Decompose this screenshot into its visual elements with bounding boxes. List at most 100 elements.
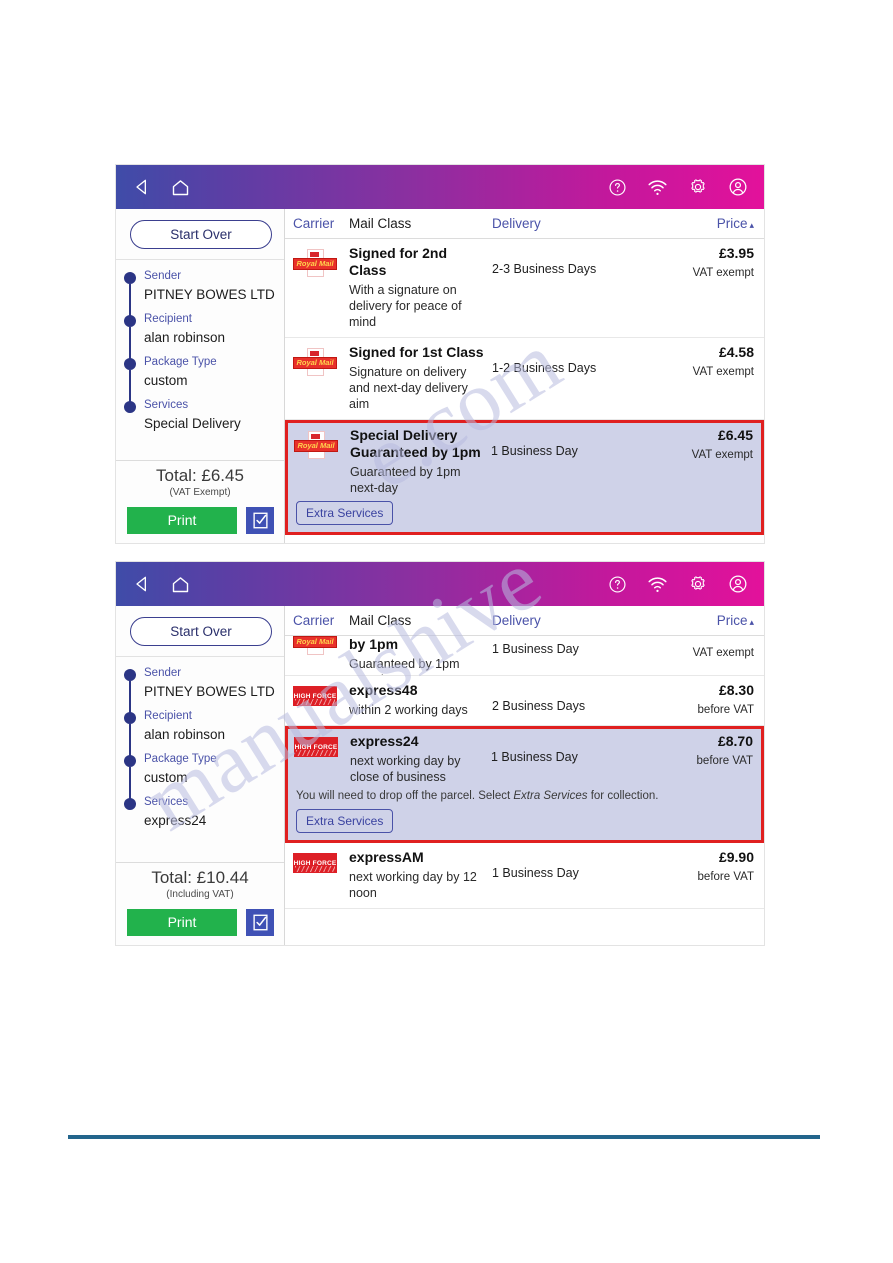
royal-mail-logo: Royal Mail <box>293 636 337 657</box>
table-row-partial[interactable]: Royal Mail by 1pm Guaranteed by 1pm next… <box>285 636 764 676</box>
column-header-price-label: Price <box>716 613 748 628</box>
column-header-carrier[interactable]: Carrier <box>293 216 349 231</box>
sidebar-step-package-type[interactable]: Package Type custom <box>116 356 284 404</box>
table-row[interactable]: Royal Mail Signed for 2nd Class With a s… <box>285 239 764 338</box>
column-header-delivery[interactable]: Delivery <box>492 613 682 628</box>
mail-class-cell: express48 within 2 working days <box>349 682 492 718</box>
delivery-cell: 1 Business Day <box>491 444 578 458</box>
print-button[interactable]: Print <box>127 909 237 936</box>
note-text-italic: Extra Services <box>513 790 588 802</box>
table-row[interactable]: HIGH FORCE express48 within 2 working da… <box>285 676 764 726</box>
total-amount: Total: £6.45 <box>156 466 244 485</box>
start-over-button[interactable]: Start Over <box>130 617 272 646</box>
account-circle-icon[interactable] <box>728 574 748 594</box>
note-text-after: for collection. <box>587 790 659 802</box>
step-value: Special Delivery <box>144 416 241 431</box>
sidebar: Start Over Sender PITNEY BOWES LTD Recip… <box>116 209 285 543</box>
mail-class-title: express24 <box>350 733 419 749</box>
sidebar-step-services[interactable]: Services express24 <box>116 796 284 830</box>
table-body: Royal Mail by 1pm Guaranteed by 1pm next… <box>285 636 764 909</box>
mail-class-description: With a signature on delivery for peace o… <box>349 283 462 329</box>
checklist-icon[interactable] <box>246 909 274 936</box>
start-over-button[interactable]: Start Over <box>130 220 272 249</box>
royal-mail-logo-text: Royal Mail <box>293 258 337 270</box>
step-value: custom <box>144 770 188 785</box>
column-header-mail-class[interactable]: Mail Class <box>349 613 492 628</box>
mail-class-cell: Signed for 1st Class Signature on delive… <box>349 344 492 412</box>
column-header-mail-class[interactable]: Mail Class <box>349 216 492 231</box>
workflow-stepper: Sender PITNEY BOWES LTD Recipient alan r… <box>116 657 284 862</box>
step-dot-icon <box>124 315 136 327</box>
sidebar-step-sender[interactable]: Sender PITNEY BOWES LTD <box>116 667 284 715</box>
mail-class-cell: express24 next working day by close of b… <box>350 733 491 785</box>
price-vat-note: VAT exempt <box>692 647 754 659</box>
services-table: Carrier Mail Class Delivery Price ▴ Royal… <box>285 606 764 945</box>
gear-icon[interactable] <box>688 177 708 197</box>
mail-class-description: Guaranteed by 1pm next-day <box>349 657 460 675</box>
column-header-price[interactable]: Price ▴ <box>682 216 754 231</box>
step-label: Package Type <box>144 356 217 368</box>
mail-class-cell: express48 within 2 working days <box>349 541 492 543</box>
mail-class-title: by 1pm <box>349 636 399 652</box>
delivery-cell: 2-3 Business Days <box>492 262 597 276</box>
help-circle-icon[interactable] <box>608 575 627 594</box>
step-label: Services <box>144 399 189 411</box>
step-dot-icon <box>124 669 136 681</box>
table-body: Royal Mail Signed for 2nd Class With a s… <box>285 239 764 543</box>
mail-class-description: Signature on delivery and next-day deliv… <box>349 365 468 411</box>
column-header-delivery[interactable]: Delivery <box>492 216 682 231</box>
column-header-price[interactable]: Price ▴ <box>682 613 754 628</box>
price-cell: £6.45 VAT exempt <box>681 427 753 496</box>
app-top-bar <box>116 165 764 209</box>
price-cell: £3.95 VAT exempt <box>682 245 754 330</box>
apc-logo-text: HIGH FORCE <box>293 692 337 700</box>
screenshot-panel-apc: Start Over Sender PITNEY BOWES LTD Recip… <box>116 562 764 945</box>
sidebar: Start Over Sender PITNEY BOWES LTD Recip… <box>116 606 285 945</box>
mail-class-title: express48 <box>349 541 486 543</box>
table-row-selected[interactable]: HIGH FORCE express24 next working day by… <box>285 726 764 843</box>
action-bar: Print <box>116 906 284 945</box>
royal-mail-logo: Royal Mail <box>294 431 338 461</box>
sidebar-step-recipient[interactable]: Recipient alan robinson <box>116 710 284 758</box>
table-row[interactable]: Royal Mail Signed for 1st Class Signatur… <box>285 338 764 420</box>
mail-class-title: Signed for 2nd Class <box>349 245 447 278</box>
screenshot-panel-royal-mail: Start Over Sender PITNEY BOWES LTD Recip… <box>116 165 764 543</box>
checklist-icon[interactable] <box>246 507 274 534</box>
step-label: Recipient <box>144 313 192 325</box>
back-arrow-icon[interactable] <box>132 177 152 197</box>
sidebar-step-package-type[interactable]: Package Type custom <box>116 753 284 801</box>
help-circle-icon[interactable] <box>608 178 627 197</box>
sidebar-step-services[interactable]: Services Special Delivery <box>116 399 284 433</box>
royal-mail-logo: Royal Mail <box>293 249 337 279</box>
home-icon[interactable] <box>170 574 191 595</box>
price-vat-note: VAT exempt <box>692 366 754 378</box>
table-row[interactable]: HIGH FORCE express48 within 2 working da… <box>285 535 764 543</box>
sort-ascending-icon: ▴ <box>749 220 754 230</box>
wifi-icon[interactable] <box>647 575 668 594</box>
wifi-icon[interactable] <box>647 178 668 197</box>
carrier-cell: HIGH FORCE <box>293 541 349 543</box>
home-icon[interactable] <box>170 177 191 198</box>
table-row-selected[interactable]: Royal Mail Special Delivery Guaranteed b… <box>285 420 764 535</box>
delivery-cell: 1 Business Day <box>492 642 579 656</box>
gear-icon[interactable] <box>688 574 708 594</box>
services-table: Carrier Mail Class Delivery Price ▴ Royal… <box>285 209 764 543</box>
back-arrow-icon[interactable] <box>132 574 152 594</box>
print-button[interactable]: Print <box>127 507 237 534</box>
column-header-carrier[interactable]: Carrier <box>293 613 349 628</box>
delivery-cell: 2 Business Days <box>492 699 586 713</box>
account-circle-icon[interactable] <box>728 177 748 197</box>
logo-tail <box>307 270 324 277</box>
totals-area: Total: £6.45 (VAT Exempt) <box>116 460 284 504</box>
step-value: alan robinson <box>144 330 226 345</box>
royal-mail-logo: Royal Mail <box>293 348 337 378</box>
carrier-cell: Royal Mail <box>293 636 349 668</box>
delivery-cell: 1 Business Day <box>492 866 579 880</box>
price-vat-note: before VAT <box>697 871 754 883</box>
table-row[interactable]: HIGH FORCE expressAM next working day by… <box>285 843 764 909</box>
sidebar-step-sender[interactable]: Sender PITNEY BOWES LTD <box>116 270 284 318</box>
sidebar-step-recipient[interactable]: Recipient alan robinson <box>116 313 284 361</box>
extra-services-button[interactable]: Extra Services <box>296 809 394 833</box>
carrier-cell: Royal Mail <box>293 245 349 330</box>
extra-services-button[interactable]: Extra Services <box>296 501 394 525</box>
